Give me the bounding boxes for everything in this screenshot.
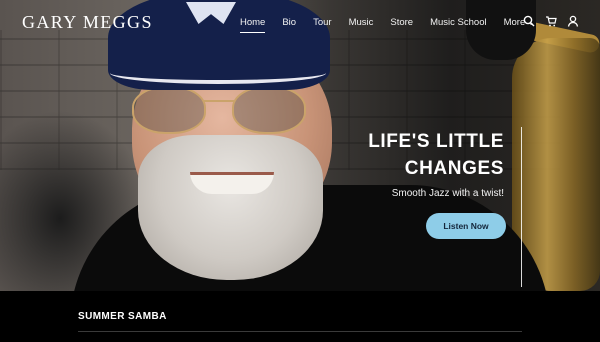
nav-bio[interactable]: Bio [282, 17, 296, 28]
left-lens [132, 86, 206, 134]
right-lens [232, 86, 306, 134]
user-icon[interactable] [567, 14, 579, 27]
nav-more-label: More [503, 17, 526, 28]
featured-section: SUMMER SAMBA [0, 291, 600, 342]
hero-divider-line [521, 127, 522, 287]
site-logo[interactable]: GARY MEGGS [22, 12, 153, 33]
section-title: SUMMER SAMBA [78, 311, 167, 322]
smile [190, 172, 274, 194]
nav-home[interactable]: Home [240, 17, 266, 33]
search-icon[interactable] [523, 14, 535, 27]
nav-music-school[interactable]: Music School [430, 17, 487, 28]
cart-icon[interactable] [545, 14, 557, 27]
glasses [132, 86, 312, 138]
hero-subtitle: Smooth Jazz with a twist! [391, 188, 504, 199]
cap-brim [110, 62, 326, 84]
site-header: GARY MEGGS Home Bio Tour Music Store Mus… [0, 0, 600, 44]
glasses-bridge [204, 100, 234, 102]
section-divider [78, 331, 522, 332]
nav-music[interactable]: Music [349, 17, 374, 28]
hero-headline-line1: LIFE'S LITTLE [368, 131, 504, 152]
header-icons [523, 14, 579, 27]
nav-tour[interactable]: Tour [313, 17, 331, 28]
beard [138, 135, 323, 280]
main-nav: Home Bio Tour Music Store Music School M… [240, 17, 551, 33]
hero-text-block: LIFE'S LITTLE CHANGES Smooth Jazz with a… [368, 128, 504, 199]
listen-now-button[interactable]: Listen Now [426, 213, 506, 239]
hero-headline-line2: CHANGES [404, 158, 504, 179]
nav-store[interactable]: Store [390, 17, 413, 28]
